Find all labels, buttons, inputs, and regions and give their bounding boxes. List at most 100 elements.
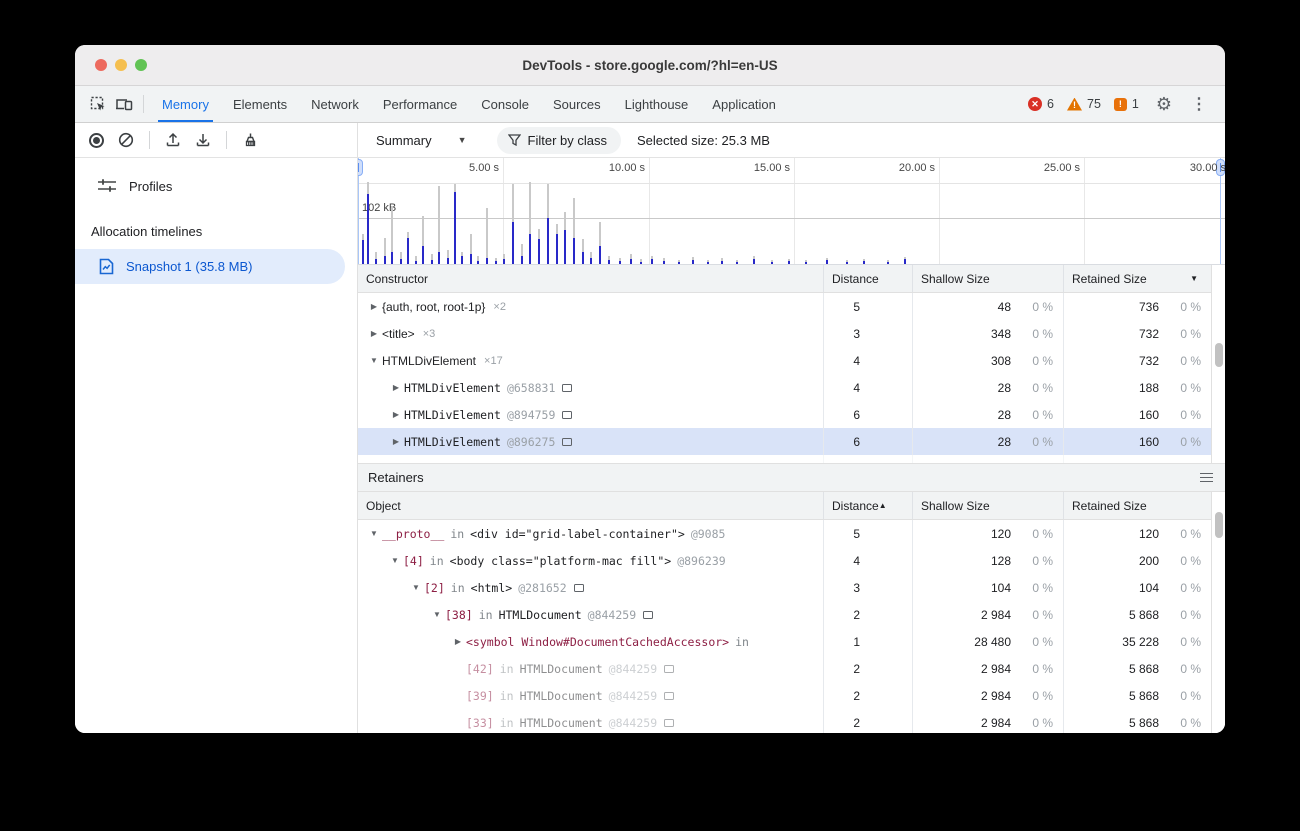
warning-badge[interactable]: ! 75 [1067, 97, 1101, 111]
retained-size-cell-percent: 0 % [1159, 689, 1201, 703]
constructor-row[interactable]: ▶<title>×333480 %7320 % [358, 320, 1211, 347]
collapse-arrow-icon[interactable]: ▼ [366, 529, 382, 538]
retainer-row[interactable]: ▼[2]in<html>@28165231040 %1040 % [358, 574, 1211, 601]
reveal-icon[interactable] [643, 611, 653, 619]
constructor-row[interactable]: ▶{auth, root, root-1p}×25480 %7360 % [358, 293, 1211, 320]
collapse-arrow-icon[interactable]: ▼ [366, 356, 382, 365]
save-profile-icon[interactable] [190, 127, 216, 153]
retainer-property[interactable]: [38] [445, 608, 473, 622]
collapse-arrow-icon[interactable]: ▼ [387, 556, 403, 565]
timeline-tick-label: 10.00 s [585, 162, 645, 174]
alloc-bar-live [477, 261, 479, 264]
zoom-window-button[interactable] [135, 59, 147, 71]
constructor-row[interactable]: ▶HTMLDivElement [358, 455, 1211, 463]
column-header-distance[interactable]: Distance [823, 265, 912, 292]
expand-arrow-icon[interactable]: ▶ [366, 329, 382, 338]
retainers-scrollbar[interactable] [1211, 492, 1225, 733]
tab-application[interactable]: Application [700, 86, 788, 122]
retainer-row[interactable]: ▼__proto__in<div id="grid-label-containe… [358, 520, 1211, 547]
column-header-ret-shallow[interactable]: Shallow Size [912, 492, 1063, 519]
sidebar-item-snapshot-1[interactable]: Snapshot 1 (35.8 MB) [75, 249, 345, 284]
retained-size-cell: 1040 % [1063, 574, 1211, 601]
reveal-icon[interactable] [664, 719, 674, 727]
column-header-ret-distance[interactable]: Distance▲ [823, 492, 912, 519]
tab-lighthouse[interactable]: Lighthouse [613, 86, 701, 122]
retainer-property[interactable]: [2] [424, 581, 445, 595]
expand-arrow-icon[interactable]: ▶ [388, 383, 404, 392]
allocation-timeline-chart[interactable]: 102 kB 5.00 s10.00 s15.00 s20.00 s25.00 … [358, 158, 1225, 265]
retained-size-cell-percent: 0 % [1159, 554, 1201, 568]
tab-memory[interactable]: Memory [150, 86, 221, 122]
scrollbar-thumb[interactable] [1215, 343, 1223, 367]
expand-arrow-icon[interactable]: ▶ [450, 637, 466, 646]
perspective-select[interactable]: Summary ▼ [370, 133, 473, 148]
close-window-button[interactable] [95, 59, 107, 71]
retainer-property[interactable]: [33] [466, 716, 494, 730]
distance-cell-value: 1 [853, 635, 860, 649]
constructor-row[interactable]: ▶HTMLDivElement@8962756280 %1600 % [358, 428, 1211, 455]
retainer-property[interactable]: [39] [466, 689, 494, 703]
constructor-row[interactable]: ▶HTMLDivElement@6588314280 %1880 % [358, 374, 1211, 401]
tab-sources[interactable]: Sources [541, 86, 613, 122]
scrollbar-thumb[interactable] [1215, 512, 1223, 538]
tab-elements[interactable]: Elements [221, 86, 299, 122]
shallow-size-cell-percent: 0 % [1011, 327, 1053, 341]
retainer-object: HTMLDocument [499, 608, 582, 622]
expand-arrow-icon[interactable]: ▶ [388, 437, 404, 446]
shallow-size-cell-percent: 0 % [1011, 635, 1053, 649]
tab-performance[interactable]: Performance [371, 86, 469, 122]
retainer-property[interactable]: __proto__ [382, 527, 444, 541]
constructor-scrollbar[interactable] [1211, 265, 1225, 463]
column-header-object[interactable]: Object [358, 492, 823, 519]
retainer-property[interactable]: [4] [403, 554, 424, 568]
alloc-bar-live [547, 218, 549, 264]
reveal-icon[interactable] [562, 411, 572, 419]
settings-gear-icon[interactable]: ⚙ [1156, 94, 1172, 115]
column-header-constructor[interactable]: Constructor [358, 265, 823, 292]
retainer-row[interactable]: [33]inHTMLDocument@84425922 9840 %5 8680… [358, 709, 1211, 733]
retainer-row[interactable]: [42]inHTMLDocument@84425922 9840 %5 8680… [358, 655, 1211, 682]
clear-profiles-button[interactable] [113, 127, 139, 153]
retainer-row[interactable]: [39]inHTMLDocument@84425922 9840 %5 8680… [358, 682, 1211, 709]
retained-size-cell-percent: 0 % [1159, 435, 1201, 449]
record-allocation-button[interactable] [83, 127, 109, 153]
collect-garbage-icon[interactable] [237, 127, 263, 153]
collapse-arrow-icon[interactable]: ▼ [408, 583, 424, 592]
column-header-shallow-size[interactable]: Shallow Size [912, 265, 1063, 292]
inspect-element-icon[interactable] [85, 91, 111, 117]
tab-network[interactable]: Network [299, 86, 371, 122]
collapse-arrow-icon[interactable]: ▼ [429, 610, 445, 619]
minimize-window-button[interactable] [115, 59, 127, 71]
error-badge[interactable]: ✕ 6 [1028, 97, 1054, 111]
column-header-ret-retained[interactable]: Retained Size [1063, 492, 1211, 519]
column-header-retained-size[interactable]: Retained Size▼ [1063, 265, 1211, 292]
selection-left-handle[interactable] [358, 159, 363, 176]
sidebar-item-profiles[interactable]: Profiles [75, 168, 357, 204]
expand-arrow-icon[interactable]: ▶ [388, 410, 404, 419]
load-profile-icon[interactable] [160, 127, 186, 153]
reveal-icon[interactable] [574, 584, 584, 592]
retainer-property[interactable]: [42] [466, 662, 494, 676]
constructor-name: HTMLDivElement [404, 435, 501, 449]
constructor-row[interactable]: ▼HTMLDivElement×1743080 %7320 % [358, 347, 1211, 374]
toggle-device-toolbar-icon[interactable] [111, 91, 137, 117]
tab-console[interactable]: Console [469, 86, 541, 122]
reveal-icon[interactable] [664, 665, 674, 673]
retainer-row[interactable]: ▶<symbol Window#DocumentCachedAccessor>i… [358, 628, 1211, 655]
reveal-icon[interactable] [562, 438, 572, 446]
alloc-bar-live [582, 252, 584, 264]
expand-arrow-icon[interactable]: ▶ [366, 302, 382, 311]
retainer-row[interactable]: ▼[38]inHTMLDocument@84425922 9840 %5 868… [358, 601, 1211, 628]
retainer-row[interactable]: ▼[4]in<body class="platform-mac fill">@8… [358, 547, 1211, 574]
reveal-icon[interactable] [562, 384, 572, 392]
retainers-menu-icon[interactable] [1200, 473, 1215, 483]
shallow-size-cell-value: 128 [991, 554, 1011, 568]
reveal-icon[interactable] [664, 692, 674, 700]
constructor-row[interactable]: ▶HTMLDivElement@8947596280 %1600 % [358, 401, 1211, 428]
retainer-property[interactable]: <symbol Window#DocumentCachedAccessor> [466, 635, 729, 649]
issues-badge[interactable]: ! 1 [1114, 97, 1139, 111]
more-options-icon[interactable]: ⋮ [1185, 94, 1213, 114]
titlebar[interactable]: DevTools - store.google.com/?hl=en-US [75, 45, 1225, 86]
filter-by-class-input[interactable]: Filter by class [497, 127, 621, 154]
issue-count: 1 [1132, 97, 1139, 111]
